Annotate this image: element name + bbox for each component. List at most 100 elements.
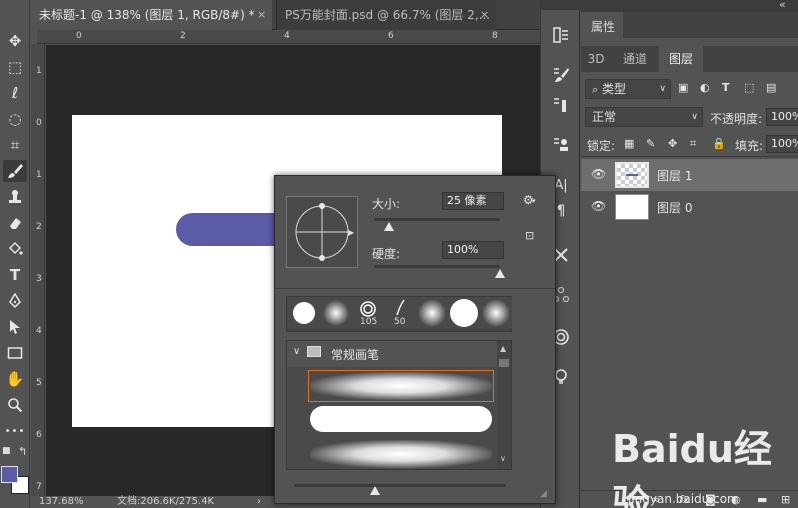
layer-row-1[interactable]: 👁 图层 1 bbox=[581, 159, 798, 191]
paint-bucket-tool-icon[interactable] bbox=[3, 238, 27, 260]
scroll-up-icon[interactable]: ▲ bbox=[500, 344, 506, 353]
layer-filter-icons: ▣ ◐ T ⬚ ▤ bbox=[676, 81, 796, 97]
brush-folder-name: 常规画笔 bbox=[331, 348, 380, 362]
brush-settings-icon[interactable] bbox=[549, 64, 573, 86]
lock-artboard-icon[interactable]: ⌗ bbox=[690, 137, 696, 151]
type-tool-icon[interactable]: T bbox=[3, 264, 27, 286]
preset-pencil[interactable]: 50 bbox=[384, 297, 416, 329]
visibility-eye-icon[interactable]: 👁 bbox=[591, 167, 606, 181]
preview-size-slider-track[interactable] bbox=[294, 484, 506, 487]
ruler-tick: 4 bbox=[36, 326, 42, 336]
properties-header: 属性 bbox=[581, 12, 798, 38]
tab-properties[interactable]: 属性 bbox=[581, 12, 623, 38]
lock-all-icon[interactable]: 🔒 bbox=[712, 137, 726, 150]
smart-object-filter-icon[interactable]: ▤ bbox=[766, 81, 776, 94]
lock-transparency-icon[interactable]: ▦ bbox=[624, 137, 634, 150]
ruler-tick: 2 bbox=[180, 31, 186, 41]
close-tab-icon[interactable]: × bbox=[480, 0, 489, 30]
tab-channels[interactable]: 通道 bbox=[613, 46, 657, 72]
chevron-down-icon[interactable]: ∨ bbox=[293, 346, 300, 357]
brush-list-scrollbar[interactable]: ▲ ∨ bbox=[497, 341, 511, 469]
folder-icon bbox=[307, 346, 321, 357]
adjustments-icon[interactable] bbox=[549, 94, 573, 116]
hardness-slider-handle[interactable] bbox=[495, 269, 505, 278]
filter-label: 类型 bbox=[602, 82, 627, 96]
brush-folder-row[interactable]: ∨ 常规画笔 bbox=[287, 341, 497, 367]
layer-filter-select[interactable]: ⌕ 类型 ∨ bbox=[585, 79, 671, 99]
preset-hard-round-2[interactable] bbox=[448, 297, 480, 329]
shape-filter-icon[interactable]: ⬚ bbox=[744, 81, 754, 94]
hand-tool-icon[interactable]: ✋ bbox=[3, 368, 27, 390]
marquee-tool-icon[interactable]: ⬚ bbox=[3, 56, 27, 78]
pen-tool-icon[interactable] bbox=[3, 290, 27, 312]
crop-tool-icon[interactable]: ⌗ bbox=[3, 134, 27, 156]
divider bbox=[581, 156, 798, 157]
horizontal-ruler[interactable]: 0 2 4 6 8 bbox=[37, 30, 540, 44]
size-field[interactable]: 25 像素 bbox=[442, 192, 504, 210]
lasso-tool-icon[interactable]: ℓ bbox=[3, 82, 27, 104]
scroll-down-icon[interactable]: ∨ bbox=[500, 454, 506, 463]
eraser-tool-icon[interactable] bbox=[3, 212, 27, 234]
blend-mode-select[interactable]: 正常 ∨ bbox=[585, 107, 703, 127]
swap-colors-icon[interactable]: ↰ bbox=[18, 445, 27, 458]
clone-source-icon[interactable] bbox=[549, 134, 573, 156]
lock-position-icon[interactable]: ✥ bbox=[668, 137, 677, 150]
preset-hard-round[interactable] bbox=[288, 297, 320, 329]
preset-ring[interactable]: 105 bbox=[352, 297, 384, 329]
chevron-down-icon: ▾ bbox=[532, 197, 536, 205]
path-select-tool-icon[interactable] bbox=[3, 316, 27, 338]
size-slider-track[interactable] bbox=[374, 218, 500, 221]
adjustment-filter-icon[interactable]: ◐ bbox=[700, 81, 710, 94]
default-colors-icon[interactable]: ■ bbox=[2, 446, 11, 456]
history-icon[interactable] bbox=[549, 24, 573, 46]
resize-grip-icon[interactable]: ◢ bbox=[540, 489, 547, 499]
new-preset-icon[interactable]: ⊡ bbox=[525, 229, 534, 242]
opacity-field[interactable]: 100% bbox=[766, 108, 798, 126]
collapse-icon[interactable]: « bbox=[779, 0, 786, 11]
tab-3d[interactable]: 3D bbox=[581, 46, 611, 72]
type-filter-icon[interactable]: T bbox=[722, 81, 730, 94]
layer-thumbnail bbox=[615, 194, 649, 220]
vertical-ruler[interactable]: 1 0 1 2 3 4 5 6 7 bbox=[31, 44, 45, 496]
more-tools-icon[interactable]: ••• bbox=[3, 420, 27, 442]
brush-stroke-soft bbox=[310, 372, 492, 400]
tab-layers[interactable]: 图层 bbox=[659, 46, 703, 72]
foreground-color-swatch[interactable] bbox=[1, 466, 18, 483]
ruler-tick: 6 bbox=[388, 31, 394, 41]
brush-stroke-hard[interactable] bbox=[310, 406, 492, 432]
ruler-tick: 0 bbox=[76, 31, 82, 41]
clone-stamp-tool-icon[interactable] bbox=[3, 186, 27, 208]
quick-select-tool-icon[interactable]: ◌ bbox=[3, 108, 27, 130]
tab-untitled-1[interactable]: 未标题-1 @ 138% (图层 1, RGB/8#) * bbox=[31, 0, 272, 30]
lock-pixels-icon[interactable]: ✎ bbox=[646, 137, 655, 150]
zoom-tool-icon[interactable] bbox=[3, 394, 27, 416]
status-menu-icon[interactable]: › bbox=[257, 496, 261, 508]
right-dock-header: « bbox=[581, 0, 798, 12]
brush-stroke-soft-2[interactable] bbox=[310, 440, 492, 468]
dock-header bbox=[541, 0, 581, 10]
preset-soft-round-3[interactable] bbox=[480, 297, 512, 329]
scrollbar-thumb[interactable] bbox=[499, 359, 509, 367]
tab-ps-cover[interactable]: PS万能封面.psd @ 66.7% (图层 2,... bbox=[276, 0, 496, 30]
preview-size-slider-handle[interactable] bbox=[370, 486, 380, 495]
ruler-tick: 7 bbox=[36, 482, 42, 492]
brush-tool-icon[interactable] bbox=[3, 160, 27, 182]
rectangle-tool-icon[interactable] bbox=[3, 342, 27, 364]
zoom-level[interactable]: 137.68% bbox=[39, 496, 84, 508]
ruler-tick: 4 bbox=[284, 31, 290, 41]
chevron-right-icon: ▶ bbox=[348, 228, 355, 237]
visibility-eye-icon[interactable]: 👁 bbox=[591, 199, 606, 213]
close-tab-icon[interactable]: × bbox=[257, 0, 266, 30]
pixel-filter-icon[interactable]: ▣ bbox=[678, 81, 688, 94]
size-slider-handle[interactable] bbox=[384, 222, 395, 231]
layer-name: 图层 0 bbox=[657, 201, 693, 215]
ruler-tick: 1 bbox=[36, 170, 42, 180]
preset-soft-round-2[interactable] bbox=[416, 297, 448, 329]
move-tool-icon[interactable]: ✥ bbox=[3, 30, 27, 52]
hardness-field[interactable]: 100% bbox=[442, 241, 504, 259]
fill-field[interactable]: 100% bbox=[766, 135, 798, 153]
lock-icons: ▦ ✎ ✥ ⌗ 🔒 bbox=[624, 137, 734, 153]
layer-row-0[interactable]: 👁 图层 0 bbox=[581, 191, 798, 223]
hardness-slider-track[interactable] bbox=[374, 265, 500, 268]
preset-soft-round[interactable] bbox=[320, 297, 352, 329]
